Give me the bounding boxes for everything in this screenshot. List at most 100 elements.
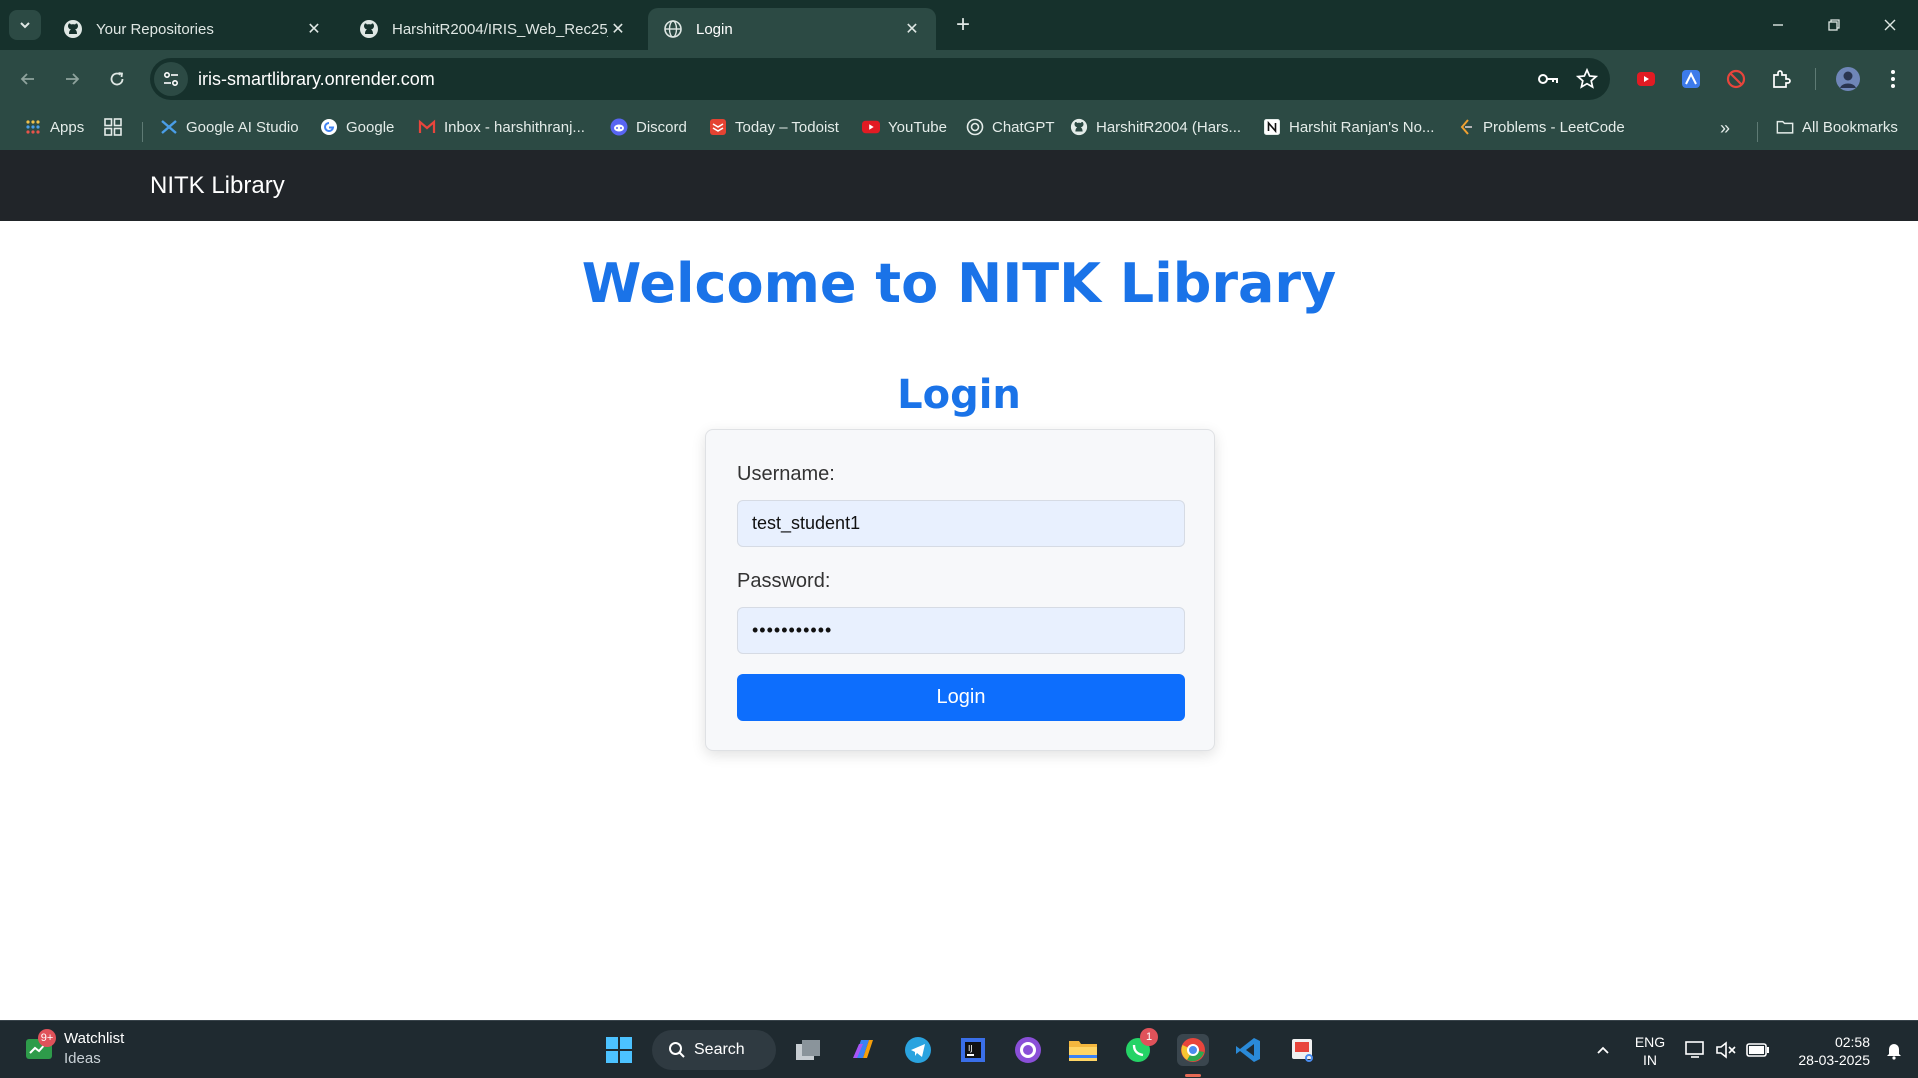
tab-title: Login — [696, 20, 733, 38]
battery-icon[interactable] — [1742, 1034, 1774, 1066]
copilot-icon[interactable] — [847, 1034, 879, 1066]
github-icon — [62, 18, 84, 40]
bookmark-notion[interactable]: Harshit Ranjan's No... — [1263, 118, 1434, 136]
close-icon[interactable]: ✕ — [304, 19, 324, 39]
notification-bell-icon[interactable] — [1878, 1034, 1910, 1066]
login-heading: Login — [897, 372, 1021, 418]
tab-iris-repo[interactable]: HarshitR2004/IRIS_Web_Rec25_ ✕ — [344, 8, 642, 50]
bookmark-chatgpt[interactable]: ChatGPT — [966, 118, 1055, 136]
minimize-icon — [1773, 24, 1783, 26]
bookmark-google[interactable]: Google — [320, 118, 394, 136]
bookmark-apps[interactable]: Apps — [24, 118, 84, 136]
youtube-extension-icon[interactable] — [1632, 65, 1660, 93]
all-bookmarks-button[interactable]: All Bookmarks — [1776, 118, 1898, 136]
username-label: Username: — [737, 463, 835, 485]
apps-grid-icon — [24, 118, 42, 136]
bookmark-label: YouTube — [888, 118, 947, 136]
profile-avatar[interactable] — [1834, 65, 1862, 93]
bookmark-label: Today – Todoist — [735, 118, 839, 136]
password-key-icon[interactable] — [1536, 68, 1560, 95]
password-field[interactable]: ••••••••••• — [737, 607, 1185, 654]
start-button[interactable] — [603, 1034, 635, 1066]
bookmark-todoist[interactable]: Today – Todoist — [709, 118, 839, 136]
extensions-puzzle-icon[interactable] — [1767, 65, 1795, 93]
arrow-left-icon — [20, 73, 34, 85]
telegram-icon[interactable] — [902, 1034, 934, 1066]
task-view-icon[interactable] — [792, 1034, 824, 1066]
chevron-down-icon — [20, 22, 30, 29]
bookmark-leetcode[interactable]: Problems - LeetCode — [1457, 118, 1625, 136]
tab-your-repositories[interactable]: Your Repositories ✕ — [48, 8, 338, 50]
username-field[interactable]: test_student1 — [737, 500, 1185, 547]
arrow-right-icon — [66, 73, 80, 85]
bookmark-label: Inbox - harshithranj... — [444, 118, 585, 136]
new-tab-button[interactable]: + — [950, 12, 976, 38]
file-explorer-icon[interactable] — [1067, 1034, 1099, 1066]
bookmark-discord[interactable]: Discord — [610, 118, 687, 136]
bookmark-google-ai-studio[interactable]: Google AI Studio — [160, 118, 299, 136]
chrome-icon[interactable] — [1177, 1034, 1209, 1077]
navbar-brand[interactable]: NITK Library — [150, 172, 285, 200]
login-button[interactable]: Login — [737, 674, 1185, 721]
docs-extension-icon[interactable] — [1677, 65, 1705, 93]
bookmark-gmail-inbox[interactable]: Inbox - harshithranj... — [418, 118, 585, 136]
reload-button[interactable] — [102, 64, 132, 94]
browser-toolbar: iris-smartlibrary.onrender.com — [0, 50, 1918, 108]
taskbar-search[interactable]: Search — [652, 1030, 776, 1070]
github-icon — [358, 18, 380, 40]
forward-button[interactable] — [57, 64, 87, 94]
widget-subtitle: Ideas — [64, 1050, 101, 1067]
ai-studio-icon — [160, 118, 178, 136]
bookmark-star-icon[interactable] — [1575, 67, 1599, 95]
volume-muted-icon[interactable] — [1710, 1034, 1742, 1066]
widgets-button[interactable]: 9+ — [24, 1029, 56, 1068]
tab-search-button[interactable] — [9, 10, 41, 40]
url-text[interactable]: iris-smartlibrary.onrender.com — [198, 69, 435, 90]
widget-badge: 9+ — [38, 1029, 56, 1047]
bookmark-youtube[interactable]: YouTube — [862, 118, 947, 136]
snipping-tool-icon[interactable] — [1287, 1034, 1319, 1066]
widget-text[interactable]: Watchlist Ideas — [64, 1029, 124, 1069]
widget-title: Watchlist — [64, 1030, 125, 1047]
network-icon[interactable] — [1680, 1034, 1712, 1066]
welcome-heading: Welcome to NITK Library — [581, 252, 1337, 315]
bookmark-label: Harshit Ranjan's No... — [1289, 118, 1435, 136]
chevron-double-right-icon: » — [1720, 118, 1731, 138]
tab-groups-icon — [104, 118, 122, 136]
github-desktop-icon[interactable] — [1012, 1034, 1044, 1066]
clock-date: 28-03-2025 — [1798, 1052, 1870, 1068]
tab-login[interactable]: Login ✕ — [648, 8, 936, 50]
bookmark-label: HarshitR2004 (Hars... — [1096, 118, 1242, 136]
chevron-up-icon[interactable] — [1587, 1034, 1619, 1066]
bookmarks-overflow-button[interactable]: » — [1720, 118, 1730, 139]
todoist-icon — [709, 118, 727, 136]
active-indicator — [1185, 1074, 1201, 1077]
close-icon[interactable]: ✕ — [608, 19, 628, 39]
window-close-button[interactable] — [1870, 10, 1910, 40]
search-icon — [669, 1042, 685, 1058]
site-info-button[interactable] — [154, 62, 188, 96]
bookmark-label: Google — [346, 118, 395, 136]
jetbrains-icon[interactable]: IJ — [957, 1034, 989, 1066]
bookmark-tab-groups[interactable] — [104, 118, 130, 136]
all-bookmarks-label: All Bookmarks — [1802, 118, 1898, 136]
globe-icon — [662, 18, 684, 40]
tab-title: HarshitR2004/IRIS_Web_Rec25_ — [392, 20, 608, 38]
address-bar[interactable]: iris-smartlibrary.onrender.com — [150, 58, 1610, 100]
language-indicator[interactable]: ENG IN — [1630, 1033, 1670, 1069]
block-extension-icon[interactable] — [1722, 65, 1750, 93]
menu-kebab-icon[interactable] — [1879, 65, 1907, 93]
tune-icon — [163, 71, 179, 87]
lang-top: ENG — [1634, 1034, 1666, 1050]
bookmark-label: Apps — [50, 118, 85, 136]
clock[interactable]: 02:58 28-03-2025 — [1782, 1033, 1876, 1069]
windows-taskbar: 9+ Watchlist Ideas Search IJ 1 ENG IN 02… — [0, 1020, 1918, 1078]
vscode-icon[interactable] — [1232, 1034, 1264, 1066]
restore-button[interactable] — [1814, 10, 1854, 40]
minimize-button[interactable] — [1758, 10, 1798, 40]
bookmark-label: ChatGPT — [992, 118, 1055, 136]
whatsapp-icon[interactable]: 1 — [1122, 1028, 1158, 1066]
close-icon[interactable]: ✕ — [902, 19, 922, 39]
bookmark-github-profile[interactable]: HarshitR2004 (Hars... — [1070, 118, 1241, 136]
back-button[interactable] — [13, 64, 43, 94]
